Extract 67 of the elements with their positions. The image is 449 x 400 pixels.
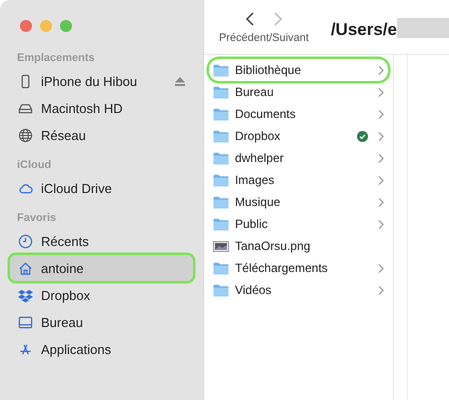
folder-icon <box>212 108 229 120</box>
file-row[interactable]: TanaOrsu.png <box>208 235 388 257</box>
section-heading: Favoris <box>16 212 58 226</box>
file-name: Téléchargements <box>234 261 329 275</box>
desktop-icon <box>18 314 33 330</box>
file-row[interactable]: Images <box>208 169 388 191</box>
file-name: Musique <box>234 195 282 209</box>
folder-icon <box>212 284 229 296</box>
folder-icon <box>212 152 229 164</box>
folder-icon <box>212 196 229 208</box>
folder-icon <box>212 262 229 274</box>
sidebar-label: iPhone du Hibou <box>41 74 138 88</box>
sidebar-item[interactable]: Macintosh HD <box>10 95 193 121</box>
navigation-label: Précédent/Suivant <box>218 32 309 44</box>
file-row[interactable]: Téléchargements <box>208 257 388 279</box>
sidebar-label: antoine <box>41 260 85 276</box>
house-icon <box>18 260 33 276</box>
redaction-block <box>397 18 449 38</box>
sidebar-label: Applications <box>41 342 112 356</box>
apps-icon <box>18 342 33 356</box>
file-row[interactable]: Documents <box>208 103 388 125</box>
file-name: Bureau <box>234 85 275 99</box>
file-row[interactable]: Bureau <box>208 81 388 103</box>
image-thumbnail-icon <box>212 240 229 252</box>
file-name: dwhelper <box>234 151 285 165</box>
clock-icon <box>18 234 33 248</box>
close-window-button[interactable] <box>20 20 32 32</box>
sidebar-item[interactable]: Dropbox <box>10 282 193 308</box>
file-row[interactable]: Vidéos <box>208 279 388 301</box>
sidebar-label: iCloud Drive <box>41 180 113 196</box>
sidebar-label: Macintosh HD <box>41 100 124 116</box>
file-name: Bibliothèque <box>234 63 302 77</box>
file-name: TanaOrsu.png <box>234 239 312 253</box>
file-name: Public <box>234 217 269 231</box>
folder-icon <box>212 174 229 186</box>
sidebar-item[interactable]: iPhone du Hibou <box>10 68 193 94</box>
section-heading: iCloud <box>16 159 52 173</box>
file-row[interactable]: Public <box>208 213 388 235</box>
path-title: /Users/e <box>330 20 397 40</box>
file-row[interactable]: Musique <box>208 191 388 213</box>
sidebar-item[interactable]: antoine <box>10 255 193 281</box>
folder-icon <box>212 130 229 142</box>
sidebar-item[interactable]: Réseau <box>10 122 193 148</box>
eject-icon[interactable] <box>174 76 185 86</box>
file-name: Dropbox <box>234 129 282 143</box>
sidebar-item[interactable]: Bureau <box>10 309 193 335</box>
dropbox-icon <box>18 288 33 302</box>
minimize-window-button[interactable] <box>40 20 52 32</box>
file-row[interactable]: Bibliothèque <box>208 59 388 81</box>
file-row[interactable]: Dropbox <box>208 125 388 147</box>
sidebar-label: Réseau <box>41 128 87 142</box>
file-name: Vidéos <box>234 283 272 297</box>
file-name: Documents <box>234 107 297 121</box>
sidebar-item[interactable]: Applications <box>10 336 193 362</box>
file-row[interactable]: dwhelper <box>208 147 388 169</box>
file-name: Images <box>234 173 276 187</box>
sidebar-label: Bureau <box>41 314 84 330</box>
sidebar-label: Dropbox <box>41 288 92 302</box>
zoom-window-button[interactable] <box>60 20 72 32</box>
sidebar-item[interactable]: iCloud Drive <box>10 175 193 201</box>
sidebar-label: Récents <box>41 234 90 248</box>
folder-icon <box>212 64 229 76</box>
folder-icon <box>212 218 229 230</box>
sidebar-item[interactable]: Récents <box>10 228 193 254</box>
folder-icon <box>212 86 229 98</box>
section-heading: Emplacements <box>16 52 96 66</box>
globe-icon <box>18 128 33 142</box>
